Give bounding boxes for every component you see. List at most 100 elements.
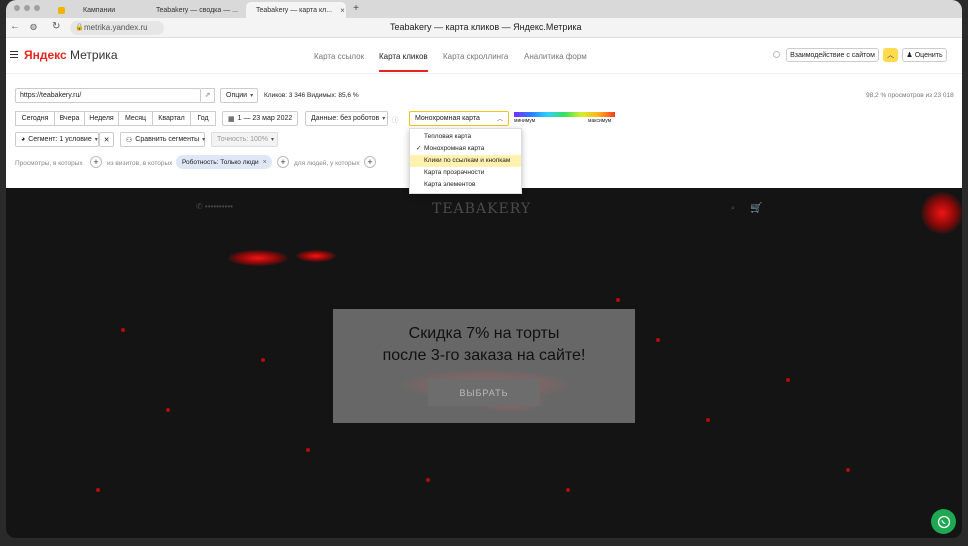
minimize-window-icon[interactable] bbox=[24, 5, 30, 11]
tab-campaigns[interactable]: Кампании bbox=[52, 2, 144, 18]
click-dot bbox=[166, 408, 170, 412]
lock-icon: 🔒 bbox=[75, 24, 84, 31]
click-dot bbox=[786, 378, 790, 382]
tab-click-map[interactable]: Teabakery — карта кл... × bbox=[246, 2, 346, 18]
filter-views-label: Просмотры, в которых bbox=[15, 160, 83, 167]
chevron-down-icon: ▾ bbox=[271, 137, 275, 143]
interaction-button-label: Взаимодействие с сайтом bbox=[790, 51, 875, 59]
tab-label: Teabakery — сводка — ... bbox=[156, 6, 238, 14]
open-external-icon[interactable]: ⇗ bbox=[201, 88, 215, 103]
segment-value: Сегмент: 1 условие bbox=[28, 136, 92, 143]
dropdown-item-link-clicks[interactable]: Клики по ссылкам и кнопкам bbox=[410, 155, 521, 167]
person-icon: ♟ bbox=[906, 52, 913, 59]
click-dot bbox=[706, 418, 710, 422]
heat-legend-bar bbox=[514, 112, 615, 117]
close-icon[interactable]: × bbox=[263, 159, 267, 166]
add-visit-filter-button[interactable]: + bbox=[277, 156, 289, 168]
promo-line-2: после 3-го заказа на сайте! bbox=[382, 347, 586, 364]
chevron-down-icon: ▾ bbox=[94, 137, 98, 143]
search-icon: ⌕ bbox=[731, 205, 735, 212]
whatsapp-icon[interactable] bbox=[931, 509, 956, 534]
close-tab-icon[interactable]: × bbox=[340, 6, 345, 15]
segment-select[interactable]: ◕ Сегмент: 1 условие ▾ bbox=[15, 132, 99, 147]
metrika-logo[interactable]: Яндекс Метрика bbox=[24, 48, 118, 62]
date-range-value: 1 — 23 мар 2022 bbox=[237, 115, 293, 122]
data-filter-select[interactable]: Данные: без роботов ▾ bbox=[305, 111, 388, 126]
period-quarter[interactable]: Квартал bbox=[153, 111, 191, 126]
browser-window: Кампании Teabakery — сводка — ... Teabak… bbox=[6, 0, 962, 538]
tab-click-map[interactable]: Карта кликов bbox=[379, 52, 428, 72]
dropdown-item-element-map[interactable]: Карта элементов bbox=[410, 179, 521, 191]
close-icon: ✕ bbox=[103, 136, 110, 144]
maximize-window-icon[interactable] bbox=[34, 5, 40, 11]
accuracy-value: Точность: 100% bbox=[217, 136, 269, 143]
page-url-input[interactable]: https://teabakery.ru/ bbox=[15, 88, 201, 103]
site-brand: TEABAKERY bbox=[432, 201, 532, 217]
collapse-button[interactable]: ︿ bbox=[883, 48, 898, 62]
filter-people-label: для людей, у которых bbox=[294, 160, 360, 167]
tab-summary[interactable]: Teabakery — сводка — ... bbox=[146, 2, 244, 18]
map-type-value: Монохромная карта bbox=[415, 115, 480, 122]
promo-choose-button: ВЫБРАТЬ bbox=[428, 379, 540, 406]
segments-icon: ⚇ bbox=[126, 136, 133, 144]
chevron-up-icon: ︿ bbox=[887, 52, 894, 59]
cart-icon: 🛒 bbox=[750, 203, 763, 214]
clear-segment-button[interactable]: ✕ bbox=[99, 132, 114, 147]
dropdown-item-label: Тепловая карта bbox=[424, 133, 472, 140]
rate-button-label: Оценить bbox=[914, 51, 943, 59]
rate-button[interactable]: ♟ Оценить bbox=[902, 48, 947, 62]
chevron-down-icon: ▾ bbox=[382, 116, 386, 122]
url-field[interactable]: 🔒 metrika.yandex.ru bbox=[70, 21, 164, 35]
dropdown-item-label: Клики по ссылкам и кнопкам bbox=[424, 157, 511, 164]
address-bar: ← ◍ ↻ 🔒 metrika.yandex.ru Teabakery — ка… bbox=[6, 18, 962, 38]
tab-form-analytics[interactable]: Аналитика форм bbox=[524, 52, 587, 61]
reload-icon[interactable]: ↻ bbox=[52, 21, 60, 32]
map-type-dropdown: Тепловая карта ✓ Монохромная карта Клики … bbox=[409, 128, 522, 194]
tab-scroll-map[interactable]: Карта скроллинга bbox=[443, 52, 508, 61]
help-icon[interactable] bbox=[773, 51, 780, 58]
url-text: metrika.yandex.ru bbox=[84, 23, 148, 32]
data-filter-value: Данные: без роботов bbox=[311, 115, 380, 122]
compare-segments-select[interactable]: ⚇ Сравнить сегменты ▾ bbox=[120, 132, 205, 147]
options-select[interactable]: Опции ▾ bbox=[220, 88, 258, 103]
map-type-select[interactable]: Монохромная карта ︿ bbox=[409, 111, 509, 126]
period-today[interactable]: Сегодня bbox=[15, 111, 55, 126]
interaction-button[interactable]: Взаимодействие с сайтом bbox=[786, 48, 879, 62]
visible-percent: Видимых: 85,6 % bbox=[307, 92, 359, 99]
period-month[interactable]: Месяц bbox=[119, 111, 153, 126]
add-view-filter-button[interactable]: + bbox=[90, 156, 102, 168]
shield-icon[interactable]: ◍ bbox=[30, 22, 37, 31]
tab-label: Teabakery — карта кл... bbox=[256, 6, 333, 14]
robot-filter-chip[interactable]: Роботность: Только люди × bbox=[176, 155, 272, 169]
tab-link-map[interactable]: Карта ссылок bbox=[314, 52, 364, 61]
click-hotspot bbox=[296, 250, 336, 262]
chevron-down-icon: ▾ bbox=[250, 93, 254, 99]
legend-max-label: максимум bbox=[588, 118, 612, 124]
click-dot bbox=[616, 298, 620, 302]
hamburger-menu-icon[interactable] bbox=[10, 51, 18, 58]
date-range-picker[interactable]: ▦ 1 — 23 мар 2022 bbox=[222, 111, 298, 126]
window-controls[interactable] bbox=[14, 5, 40, 11]
close-window-icon[interactable] bbox=[14, 5, 20, 11]
dropdown-item-label: Карта прозрачности bbox=[424, 169, 485, 176]
back-arrow-icon[interactable]: ← bbox=[10, 21, 20, 32]
click-dot bbox=[261, 358, 265, 362]
dropdown-item-monochrome-map[interactable]: ✓ Монохромная карта bbox=[410, 143, 521, 155]
chevron-down-icon: ▾ bbox=[202, 137, 206, 143]
new-tab-icon[interactable]: + bbox=[350, 3, 362, 15]
views-stat: 98,2 % просмотров из 23 018 bbox=[866, 92, 954, 99]
metrika-header: Яндекс Метрика Карта ссылок Карта кликов… bbox=[6, 38, 962, 74]
click-hotspot bbox=[921, 192, 962, 234]
info-icon[interactable]: ⓘ bbox=[392, 114, 399, 124]
period-week[interactable]: Неделя bbox=[85, 111, 119, 126]
logo-yandex: Яндекс bbox=[24, 48, 67, 62]
click-hotspot bbox=[228, 250, 288, 266]
dropdown-item-heat-map[interactable]: Тепловая карта bbox=[410, 131, 521, 143]
period-year[interactable]: Год bbox=[191, 111, 216, 126]
period-yesterday[interactable]: Вчера bbox=[55, 111, 85, 126]
dropdown-item-transparency-map[interactable]: Карта прозрачности bbox=[410, 167, 521, 179]
period-label: Неделя bbox=[89, 115, 114, 122]
add-people-filter-button[interactable]: + bbox=[364, 156, 376, 168]
accuracy-select[interactable]: Точность: 100% ▾ bbox=[211, 132, 278, 147]
period-label: Вчера bbox=[59, 115, 80, 122]
